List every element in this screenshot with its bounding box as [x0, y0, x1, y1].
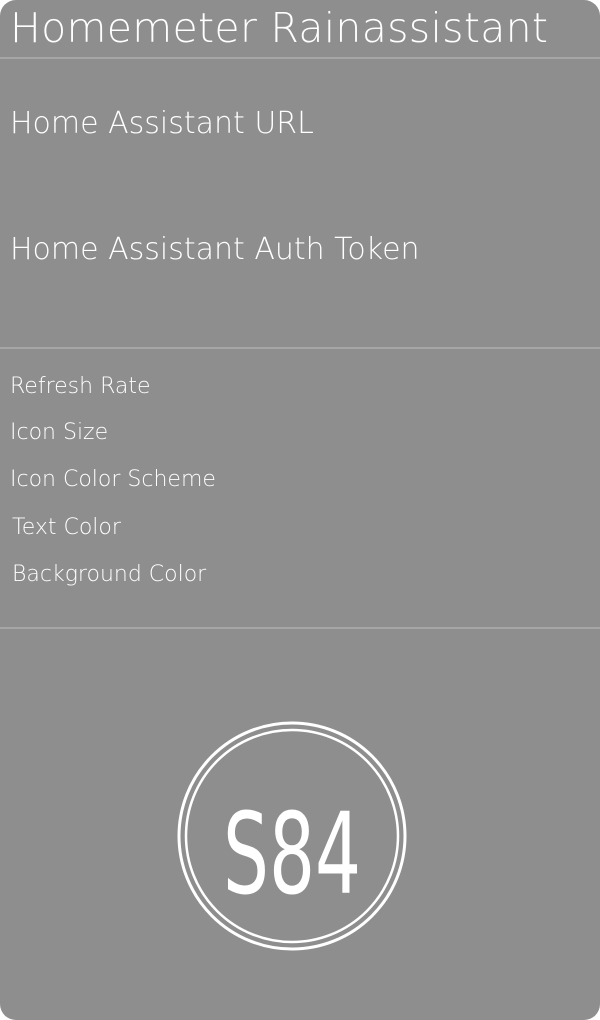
settings-panel: Homemeter Rainassistant Home Assistant U… [0, 0, 600, 1020]
display-divider [0, 627, 600, 629]
icon-size-setting[interactable]: Icon Size [10, 420, 108, 445]
connection-divider [0, 347, 600, 349]
app-title: Homemeter Rainassistant [10, 4, 549, 52]
text-color-setting[interactable]: Text Color [12, 515, 121, 540]
s84-logo-icon: S84 [177, 721, 407, 951]
background-color-setting[interactable]: Background Color [12, 562, 206, 587]
header-divider [0, 57, 600, 59]
logo-text: S84 [223, 790, 361, 920]
icon-color-scheme-setting[interactable]: Icon Color Scheme [10, 467, 216, 492]
home-assistant-url-setting[interactable]: Home Assistant URL [10, 106, 314, 141]
refresh-rate-setting[interactable]: Refresh Rate [10, 374, 151, 399]
home-assistant-auth-token-setting[interactable]: Home Assistant Auth Token [10, 232, 420, 267]
